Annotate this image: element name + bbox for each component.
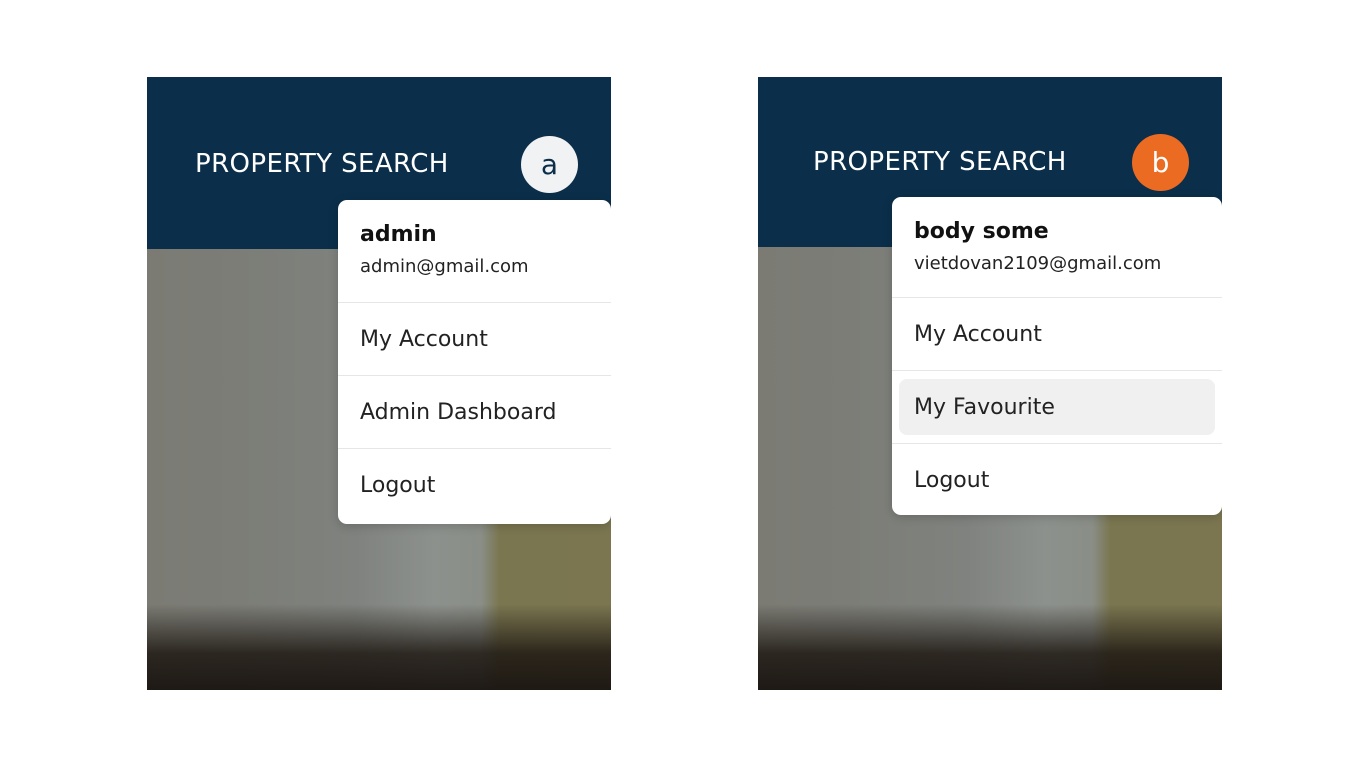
user-avatar-button[interactable]: a <box>521 136 578 193</box>
avatar-initial: b <box>1151 145 1170 179</box>
menu-item-my-account[interactable]: My Account <box>338 303 611 375</box>
menu-item-logout[interactable]: Logout <box>899 452 1215 508</box>
menu-item-my-account[interactable]: My Account <box>899 306 1215 362</box>
brand-title[interactable]: PROPERTY SEARCH <box>195 149 449 179</box>
brand-title[interactable]: PROPERTY SEARCH <box>813 147 1067 177</box>
screenshot-panel-a: PROPERTY SEARCH a admin admin@gmail.com … <box>147 77 611 690</box>
menu-item-wrap: My Account <box>892 298 1222 370</box>
menu-item-logout[interactable]: Logout <box>338 449 611 521</box>
menu-item-wrap: Logout <box>892 444 1222 516</box>
user-name: admin <box>360 222 437 247</box>
screenshot-panel-b: PROPERTY SEARCH b body some vietdovan210… <box>758 77 1222 690</box>
user-dropdown-menu: body some vietdovan2109@gmail.com My Acc… <box>892 197 1222 515</box>
user-avatar-button[interactable]: b <box>1132 134 1189 191</box>
menu-item-wrap: My Favourite <box>892 371 1222 443</box>
user-email: admin@gmail.com <box>360 256 529 277</box>
user-dropdown-menu: admin admin@gmail.com My Account Admin D… <box>338 200 611 524</box>
menu-item-my-favourite[interactable]: My Favourite <box>899 379 1215 435</box>
menu-user-info: admin admin@gmail.com <box>338 200 611 302</box>
menu-item-admin-dashboard[interactable]: Admin Dashboard <box>338 376 611 448</box>
menu-user-info: body some vietdovan2109@gmail.com <box>892 197 1222 297</box>
user-email: vietdovan2109@gmail.com <box>914 253 1162 274</box>
avatar-initial: a <box>540 147 559 181</box>
user-name: body some <box>914 219 1049 244</box>
